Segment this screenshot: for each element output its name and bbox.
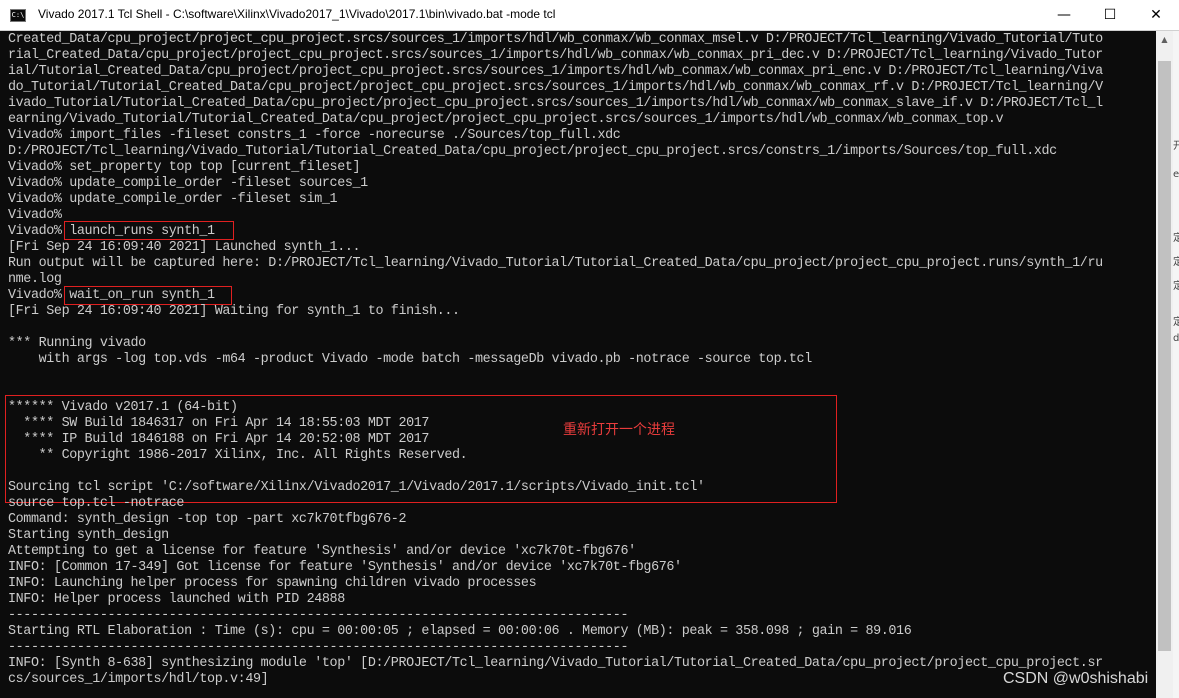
console-line: **** SW Build 1846317 on Fri Apr 14 18:5… [8,416,430,431]
minimize-button[interactable]: — [1041,0,1087,30]
background-window-strip: 开e定定定定do [1173,31,1179,698]
console-line: nme.log [8,272,62,287]
console-line: Created_Data/cpu_project/project_cpu_pro… [8,32,1103,47]
console-line: Run output will be captured here: D:/PRO… [8,256,1103,271]
console-line: Starting RTL Elaboration : Time (s): cpu… [8,624,912,639]
background-window-char: e [1173,169,1179,180]
console-line: D:/PROJECT/Tcl_learning/Vivado_Tutorial/… [8,144,1057,159]
window-title: Vivado 2017.1 Tcl Shell - C:\software\Xi… [38,7,556,21]
background-window-char: 定 [1173,317,1179,328]
scroll-up-arrow-icon[interactable]: ▲ [1156,31,1173,48]
console-line: Sourcing tcl script 'C:/software/Xilinx/… [8,480,705,495]
console-line: cs/sources_1/imports/hdl/top.v:49] [8,672,269,687]
console-line: INFO: Helper process launched with PID 2… [8,592,345,607]
console-line: [Fri Sep 24 16:09:40 2021] Launched synt… [8,240,361,255]
console-line: ----------------------------------------… [8,608,629,623]
background-window-char: 定 [1173,257,1179,268]
console-line: *** Running vivado [8,336,146,351]
console-line: Vivado% update_compile_order -fileset si… [8,192,338,207]
console-output[interactable]: 重新打开一个进程 Created_Data/cpu_project/projec… [0,31,1156,698]
console-line: ial/Tutorial_Created_Data/cpu_project/pr… [8,64,1103,79]
console-line: Vivado% set_property top top [current_fi… [8,160,361,175]
console-line: do_Tutorial/Tutorial_Created_Data/cpu_pr… [8,80,1103,95]
console-line: with args -log top.vds -m64 -product Viv… [8,352,813,367]
console-line: earning/Vivado_Tutorial/Tutorial_Created… [8,112,1004,127]
console-line: Vivado% wait_on_run synth_1 [8,288,215,303]
console-line: Vivado% [8,208,62,223]
console-line: INFO: [Synth 8-638] synthesizing module … [8,656,1103,671]
maximize-button[interactable]: ☐ [1087,0,1133,30]
background-window-char: 定 [1173,233,1179,244]
console-line: **** IP Build 1846188 on Fri Apr 14 20:5… [8,432,430,447]
console-line: ** Copyright 1986-2017 Xilinx, Inc. All … [8,448,468,463]
console-line: ----------------------------------------… [8,640,629,655]
console-line: Vivado% launch_runs synth_1 [8,224,215,239]
background-window-char: do [1173,333,1179,344]
console-line: [Fri Sep 24 16:09:40 2021] Waiting for s… [8,304,460,319]
console-line: INFO: [Common 17-349] Got license for fe… [8,560,682,575]
tcl-shell-window: C:\ Vivado 2017.1 Tcl Shell - C:\softwar… [0,0,1179,698]
console-line: INFO: Launching helper process for spawn… [8,576,537,591]
annotation-reopen-process: 重新打开一个进程 [563,422,675,438]
csdn-watermark: CSDN @w0shishabi [1003,670,1149,687]
console-app-icon: C:\ [10,9,26,22]
console-line: rial_Created_Data/cpu_project/project_cp… [8,48,1103,63]
scroll-thumb[interactable] [1158,61,1171,651]
console-line: source top.tcl -notrace [8,496,185,511]
background-window-char: 定 [1173,281,1179,292]
console-line: Vivado% update_compile_order -fileset so… [8,176,368,191]
console-line: Attempting to get a license for feature … [8,544,636,559]
background-window-char: 开 [1173,141,1179,152]
console-line: Starting synth_design [8,528,169,543]
title-bar[interactable]: C:\ Vivado 2017.1 Tcl Shell - C:\softwar… [0,0,1179,31]
vertical-scrollbar[interactable]: ▲ [1156,31,1173,698]
console-line: ivado_Tutorial/Tutorial_Created_Data/cpu… [8,96,1103,111]
console-line: Command: synth_design -top top -part xc7… [8,512,407,527]
close-button[interactable]: ✕ [1133,0,1179,30]
console-line: Vivado% import_files -fileset constrs_1 … [8,128,621,143]
console-line: ****** Vivado v2017.1 (64-bit) [8,400,238,415]
